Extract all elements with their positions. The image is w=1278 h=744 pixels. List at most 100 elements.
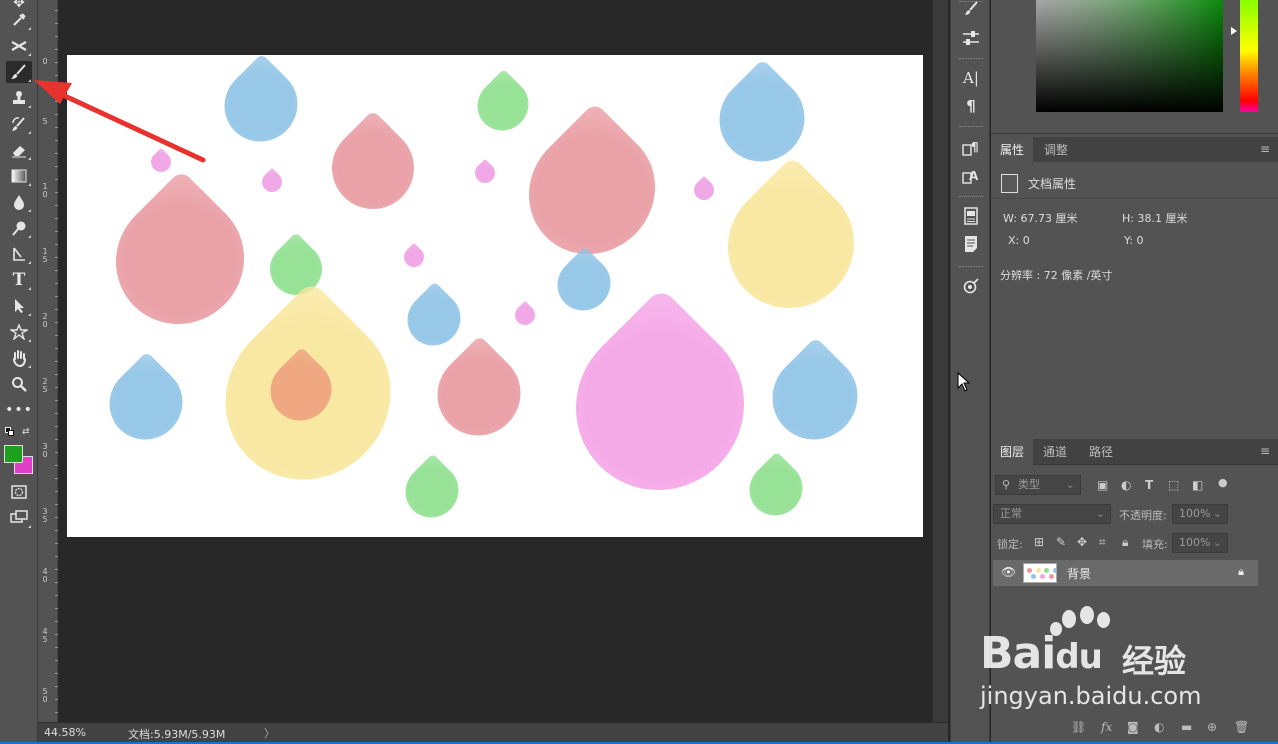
eyedropper-icon[interactable] bbox=[6, 9, 32, 31]
delete-layer-icon[interactable]: 🗑︎ bbox=[1234, 720, 1249, 734]
lock-artboard-icon[interactable]: ⌗ bbox=[1099, 535, 1106, 550]
eraser-icon[interactable] bbox=[6, 139, 32, 161]
new-layer-icon[interactable]: ⊕ bbox=[1207, 720, 1217, 734]
history-brush-icon[interactable] bbox=[6, 113, 32, 135]
shape-icon[interactable] bbox=[6, 321, 32, 343]
brush-icon[interactable] bbox=[6, 61, 32, 83]
panel-menu-icon[interactable]: ≡ bbox=[1260, 143, 1270, 155]
character-styles-icon[interactable]: A bbox=[958, 164, 984, 188]
lock-transparent-icon[interactable]: ⊞ bbox=[1034, 535, 1044, 549]
new-group-icon[interactable]: ▬ bbox=[1181, 720, 1192, 734]
ruler-mark: 4 5 bbox=[42, 627, 48, 644]
zoom-icon[interactable] bbox=[6, 373, 32, 395]
petal-shape bbox=[541, 287, 779, 525]
petal-shape bbox=[394, 453, 470, 529]
paragraph-styles-icon[interactable]: ¶ bbox=[958, 136, 984, 160]
foreground-color-swatch[interactable] bbox=[4, 445, 23, 463]
x-field[interactable]: X: 0 bbox=[1008, 234, 1030, 247]
vertical-scrollbar[interactable] bbox=[932, 0, 948, 722]
right-panels: 属性 调整 ≡ 文档属性 W: 67.73 厘米 H: 38.1 厘米 X: 0… bbox=[991, 0, 1278, 744]
filter-toggle-icon[interactable]: ● bbox=[1218, 476, 1228, 489]
lock-pixels-icon[interactable]: ✎ bbox=[1056, 535, 1066, 549]
layers-tabs: 图层 通道 路径 ≡ bbox=[991, 439, 1278, 465]
petal-shape bbox=[89, 169, 271, 351]
layers-footer: ⛓︎ fx ◙ ◐ ▬ ⊕ 🗑︎ bbox=[991, 716, 1278, 740]
default-colors-icon[interactable] bbox=[5, 427, 15, 437]
petal-shape bbox=[738, 451, 814, 527]
swap-colors-icon[interactable]: ⇄ bbox=[22, 427, 30, 437]
screen-mode-icon[interactable] bbox=[6, 507, 32, 529]
petal-shape bbox=[315, 110, 431, 226]
properties-tabs: 属性 调整 ≡ bbox=[991, 137, 1278, 163]
filter-adjustment-icon[interactable]: ◐ bbox=[1121, 478, 1131, 492]
document-canvas[interactable] bbox=[67, 55, 923, 537]
mouse-cursor-icon bbox=[957, 372, 971, 392]
fill-input[interactable]: 100% ⌄ bbox=[1172, 533, 1228, 553]
hand-icon[interactable] bbox=[6, 347, 32, 369]
petal-shape bbox=[396, 281, 472, 357]
blend-mode-select[interactable]: 正常 ⌄ bbox=[993, 504, 1111, 524]
fill-label: 填充: bbox=[1142, 538, 1168, 551]
filter-type-icon[interactable]: T bbox=[1145, 478, 1153, 492]
blur-icon[interactable] bbox=[6, 191, 32, 213]
add-mask-icon[interactable]: ◙ bbox=[1127, 720, 1139, 734]
3d-panel-icon[interactable] bbox=[958, 274, 984, 298]
brush-settings-icon[interactable] bbox=[958, 0, 984, 20]
pen-icon[interactable] bbox=[6, 243, 32, 265]
healing-icon[interactable] bbox=[6, 35, 32, 57]
notes-panel-icon[interactable] bbox=[958, 232, 984, 256]
filter-shape-icon[interactable]: ⬚ bbox=[1168, 478, 1179, 492]
link-layers-icon[interactable]: ⛓︎ bbox=[1071, 720, 1086, 734]
vertical-ruler: 0 5 1 0 1 5 2 0 2 5 3 0 3 5 4 0 4 5 5 0 bbox=[38, 0, 58, 722]
color-picker-field[interactable] bbox=[1036, 0, 1223, 112]
ruler-mark: 5 bbox=[42, 117, 48, 126]
ruler-mark: 4 0 bbox=[42, 567, 48, 584]
hue-slider-marker[interactable] bbox=[1231, 27, 1237, 35]
more-icon[interactable]: ••• bbox=[5, 399, 32, 421]
tab-paths[interactable]: 路径 bbox=[1080, 439, 1122, 465]
petal-shape bbox=[209, 55, 313, 157]
zoom-level[interactable]: 44.58% bbox=[44, 726, 86, 739]
new-adjustment-icon[interactable]: ◐ bbox=[1154, 720, 1164, 734]
petal-shape bbox=[701, 155, 881, 335]
fx-icon[interactable]: fx bbox=[1101, 720, 1112, 734]
thumb-dot bbox=[1035, 568, 1041, 573]
tab-properties[interactable]: 属性 bbox=[991, 137, 1034, 163]
lock-position-icon[interactable]: ✥ bbox=[1077, 535, 1087, 549]
paragraph-panel-icon[interactable]: ¶ bbox=[958, 94, 984, 118]
tab-adjustments[interactable]: 调整 bbox=[1035, 137, 1077, 163]
thumb-dot bbox=[1031, 574, 1037, 579]
gradient-icon[interactable] bbox=[6, 165, 32, 187]
stamp-icon[interactable] bbox=[6, 87, 32, 109]
layers-menu-icon[interactable]: ≡ bbox=[1260, 445, 1270, 457]
character-panel-icon[interactable]: A| bbox=[958, 66, 984, 90]
width-field[interactable]: W: 67.73 厘米 bbox=[1003, 210, 1077, 226]
glyphs-panel-icon[interactable] bbox=[958, 204, 984, 228]
type-icon[interactable]: T bbox=[6, 269, 32, 291]
status-menu-arrow[interactable]: 〉 bbox=[264, 725, 275, 741]
dodge-icon[interactable] bbox=[6, 217, 32, 239]
ruler-mark: 0 bbox=[42, 57, 48, 66]
filter-smart-object-icon[interactable]: ◧ bbox=[1192, 478, 1203, 492]
color-panel bbox=[991, 0, 1278, 134]
brush-presets-icon[interactable] bbox=[958, 26, 984, 50]
tab-channels[interactable]: 通道 bbox=[1034, 439, 1076, 465]
petal-shape bbox=[420, 335, 538, 453]
height-field[interactable]: H: 38.1 厘米 bbox=[1122, 210, 1187, 226]
hue-slider[interactable] bbox=[1240, 0, 1258, 112]
thumb-dot bbox=[1044, 568, 1050, 573]
opacity-input[interactable]: 100% ⌄ bbox=[1172, 504, 1228, 524]
selection-icon[interactable] bbox=[6, 295, 32, 317]
visibility-eye-icon[interactable]: 👁︎ bbox=[1001, 565, 1016, 579]
layer-row-background[interactable]: 👁︎ 背景 🔒︎ bbox=[993, 560, 1258, 586]
lock-all-icon[interactable]: 🔒︎ bbox=[1122, 535, 1128, 550]
y-field[interactable]: Y: 0 bbox=[1124, 234, 1143, 247]
lock-label: 锁定: bbox=[997, 538, 1023, 551]
filter-pixel-icon[interactable]: ▣ bbox=[1097, 478, 1108, 492]
petal-shape bbox=[94, 351, 198, 455]
petal-shape bbox=[701, 58, 823, 180]
layer-filter-select[interactable]: ⚲ 类型 ⌄ bbox=[995, 475, 1081, 495]
ruler-mark: 1 5 bbox=[42, 247, 48, 264]
quick-mask-icon[interactable] bbox=[6, 481, 32, 503]
tab-layers[interactable]: 图层 bbox=[991, 439, 1034, 465]
